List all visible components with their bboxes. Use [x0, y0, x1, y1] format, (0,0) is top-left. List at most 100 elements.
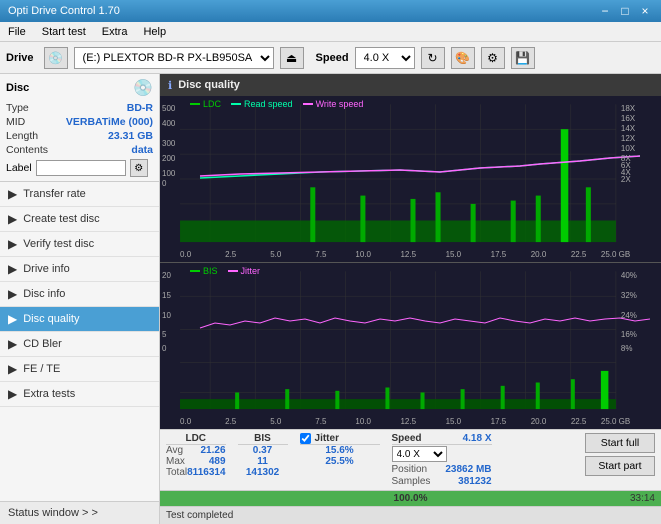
drive-icon-btn[interactable]: 💿 [44, 47, 68, 69]
legend-write-speed-label: Write speed [316, 99, 364, 109]
toolbar: Drive 💿 (E:) PLEXTOR BD-R PX-LB950SA 1.0… [0, 42, 661, 74]
speed-label: Speed [316, 52, 349, 64]
sidebar-item-create-test-disc[interactable]: ▶ Create test disc [0, 207, 159, 232]
ldc-stats: LDC Avg 21.26 Max 489 Total 8116314 [166, 433, 226, 478]
jitter-stats: Jitter 15.6% 25.5% [300, 433, 380, 467]
transfer-rate-icon: ▶ [8, 187, 17, 201]
svg-text:16X: 16X [621, 114, 636, 123]
jitter-header-row: Jitter [300, 433, 380, 445]
svg-text:15.0: 15.0 [446, 417, 462, 426]
bis-total-val: 141302 [238, 467, 288, 478]
drive-select[interactable]: (E:) PLEXTOR BD-R PX-LB950SA 1.06 [74, 47, 274, 69]
settings-button[interactable]: ⚙ [481, 47, 505, 69]
svg-text:15: 15 [162, 291, 171, 300]
legend-ldc-dot [190, 103, 200, 105]
legend-read-speed-label: Read speed [244, 99, 293, 109]
sidebar-item-label: Transfer rate [23, 188, 86, 200]
svg-text:12.5: 12.5 [400, 417, 416, 426]
svg-text:0.0: 0.0 [180, 250, 192, 259]
svg-text:17.5: 17.5 [491, 417, 507, 426]
sidebar-item-disc-info[interactable]: ▶ Disc info [0, 282, 159, 307]
sidebar-item-drive-info[interactable]: ▶ Drive info [0, 257, 159, 282]
sidebar-item-verify-test-disc[interactable]: ▶ Verify test disc [0, 232, 159, 257]
disc-label-input[interactable] [36, 160, 126, 176]
verify-test-disc-icon: ▶ [8, 237, 17, 251]
disc-contents-label: Contents [6, 144, 48, 156]
sidebar-item-label: Extra tests [23, 388, 75, 400]
bis-header: BIS [238, 433, 288, 445]
chart-header-icon: ℹ [168, 79, 172, 92]
ldc-avg-row: Avg 21.26 [166, 445, 226, 456]
bottom-chart-svg: 20 15 10 5 0 40% 32% 24% 16% 8% 0.0 2.5 … [160, 263, 661, 429]
jitter-checkbox[interactable] [300, 433, 311, 444]
cd-bler-icon: ▶ [8, 337, 17, 351]
speed-select[interactable]: 4.0 X [355, 47, 415, 69]
disc-mid-label: MID [6, 116, 25, 128]
svg-text:2.5: 2.5 [225, 250, 237, 259]
disc-contents-value: data [131, 144, 153, 156]
maximize-button[interactable]: □ [617, 3, 633, 19]
start-full-button[interactable]: Start full [585, 433, 655, 453]
charts-container: LDC Read speed Write speed [160, 96, 661, 429]
legend-jitter-label: Jitter [241, 266, 261, 276]
speed-max-row: 4.0 X [392, 446, 492, 462]
legend-read-speed: Read speed [231, 99, 293, 109]
svg-text:14X: 14X [621, 124, 636, 133]
sidebar-item-label: CD Bler [23, 338, 62, 350]
sidebar-item-label: Create test disc [23, 213, 99, 225]
svg-text:0.0: 0.0 [180, 417, 192, 426]
svg-text:5: 5 [162, 330, 167, 339]
ldc-max-val: 489 [209, 456, 226, 467]
svg-text:200: 200 [162, 154, 176, 163]
disc-label-btn[interactable]: ⚙ [130, 159, 148, 177]
speed-header-row: Speed 4.18 X [392, 433, 492, 445]
svg-text:40%: 40% [621, 271, 637, 280]
start-part-button[interactable]: Start part [585, 456, 655, 476]
samples-row: Samples 381232 [392, 476, 492, 487]
close-button[interactable]: × [637, 3, 653, 19]
ldc-total-val: 8116314 [187, 467, 225, 478]
ldc-avg-val: 21.26 [200, 445, 225, 456]
sidebar-item-label: Drive info [23, 263, 69, 275]
eject-button[interactable]: ⏏ [280, 47, 304, 69]
color-button[interactable]: 🎨 [451, 47, 475, 69]
speed-dropdown[interactable]: 4.0 X [392, 446, 447, 462]
svg-text:25.0 GB: 25.0 GB [601, 250, 630, 259]
disc-title: Disc [6, 82, 29, 94]
minimize-button[interactable]: − [597, 3, 613, 19]
sidebar-item-cd-bler[interactable]: ▶ CD Bler [0, 332, 159, 357]
status-window-label: Status window > > [8, 507, 98, 519]
svg-text:22.5: 22.5 [571, 250, 587, 259]
save-button[interactable]: 💾 [511, 47, 535, 69]
menu-extra[interactable]: Extra [98, 25, 132, 39]
svg-text:5.0: 5.0 [270, 250, 282, 259]
menu-file[interactable]: File [4, 25, 30, 39]
sidebar-item-label: FE / TE [23, 363, 60, 375]
refresh-button[interactable]: ↻ [421, 47, 445, 69]
jitter-avg-val: 15.6% [300, 445, 380, 456]
chart-title: Disc quality [178, 79, 240, 91]
ldc-max-row: Max 489 [166, 456, 226, 467]
avg-label: Avg [166, 445, 183, 456]
progress-bar-container: 100.0% 33:14 [160, 490, 661, 506]
bis-max-val: 11 [238, 456, 288, 467]
menu-starttest[interactable]: Start test [38, 25, 90, 39]
action-buttons: Start full Start part [585, 433, 655, 476]
menu-help[interactable]: Help [139, 25, 170, 39]
sidebar: Disc 💿 Type BD-R MID VERBATiMe (000) Len… [0, 74, 160, 524]
sidebar-item-fe-te[interactable]: ▶ FE / TE [0, 357, 159, 382]
svg-text:0: 0 [162, 344, 167, 353]
svg-text:15.0: 15.0 [446, 250, 462, 259]
status-window-btn[interactable]: Status window > > [0, 501, 159, 524]
fe-te-icon: ▶ [8, 362, 17, 376]
legend-write-speed: Write speed [303, 99, 364, 109]
sidebar-item-transfer-rate[interactable]: ▶ Transfer rate [0, 182, 159, 207]
svg-text:18X: 18X [621, 104, 636, 113]
sidebar-item-disc-quality[interactable]: ▶ Disc quality [0, 307, 159, 332]
svg-text:22.5: 22.5 [571, 417, 587, 426]
sidebar-item-extra-tests[interactable]: ▶ Extra tests [0, 382, 159, 407]
disc-mid-row: MID VERBATiMe (000) [6, 116, 153, 128]
disc-quality-icon: ▶ [8, 312, 17, 326]
svg-text:500: 500 [162, 104, 176, 113]
legend-jitter: Jitter [228, 266, 261, 276]
